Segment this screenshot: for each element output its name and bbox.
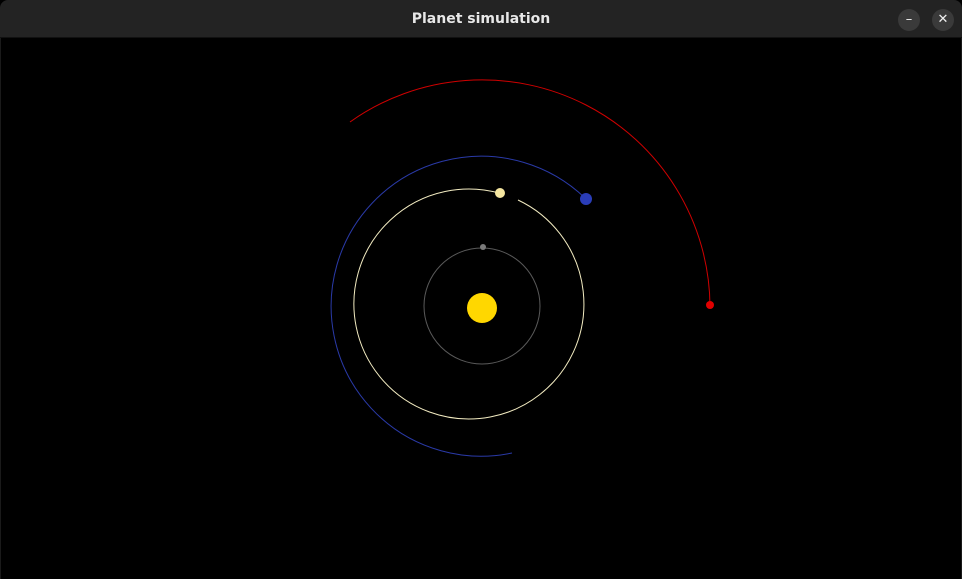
close-button[interactable]: ✕ <box>932 9 954 31</box>
orbit-trail-red <box>349 79 711 307</box>
orbit-trail-blue <box>330 155 586 457</box>
app-window: Planet simulation – ✕ <box>0 0 962 579</box>
planet-red-body <box>706 301 714 309</box>
simulation-canvas[interactable] <box>0 38 962 579</box>
minimize-icon: – <box>905 12 913 27</box>
minimize-button[interactable]: – <box>898 9 920 31</box>
planet-gray-body <box>480 244 486 250</box>
simulation-svg <box>330 79 714 457</box>
planet-yellow-body <box>495 188 505 198</box>
title-bar[interactable]: Planet simulation – ✕ <box>0 0 962 38</box>
planet-blue-body <box>580 193 592 205</box>
close-icon: ✕ <box>937 12 949 27</box>
sun-body <box>467 293 497 323</box>
window-title: Planet simulation <box>411 11 551 27</box>
